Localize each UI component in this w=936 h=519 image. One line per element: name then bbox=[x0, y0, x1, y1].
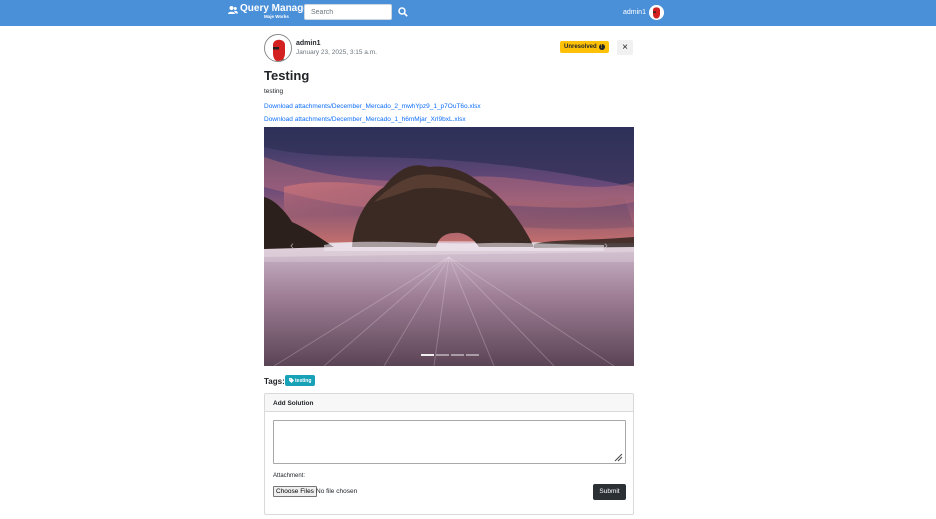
post-author: admin1 bbox=[296, 40, 321, 47]
exclamation-circle-icon: ! bbox=[598, 44, 605, 50]
carousel-indicators bbox=[421, 354, 479, 356]
choose-files-button[interactable]: Choose Files bbox=[273, 486, 317, 497]
user-menu[interactable]: admin1 bbox=[623, 5, 664, 20]
avatar bbox=[648, 5, 664, 20]
attachment-label: Attachment: bbox=[273, 473, 306, 479]
carousel-next-button[interactable]: › bbox=[599, 239, 613, 253]
carousel-indicator[interactable] bbox=[451, 354, 464, 356]
tag-badge[interactable]: testing bbox=[285, 375, 316, 386]
carousel-image bbox=[264, 127, 634, 366]
post-title: Testing bbox=[264, 68, 310, 83]
attachment-link-1[interactable]: Download attachments/December_Mercado_2_… bbox=[264, 103, 481, 110]
brand-subtitle: Maje Works bbox=[263, 14, 289, 19]
top-navbar: Query Manager Maje Works admin1 bbox=[0, 0, 936, 26]
add-solution-card: Add Solution Attachment: Choose Files No… bbox=[264, 393, 634, 515]
status-badge[interactable]: Unresolved ! bbox=[560, 41, 609, 53]
no-file-text: No file chosen bbox=[316, 488, 358, 495]
resize-handle-icon[interactable] bbox=[614, 453, 623, 462]
carousel-indicator[interactable] bbox=[421, 354, 434, 356]
carousel-prev-button[interactable]: ‹ bbox=[285, 239, 299, 253]
carousel-indicator[interactable] bbox=[436, 354, 449, 356]
solution-textarea[interactable] bbox=[273, 420, 626, 464]
image-carousel: ‹ › bbox=[264, 127, 634, 366]
brand[interactable]: Query Manager Maje Works bbox=[228, 3, 313, 20]
carousel-indicator[interactable] bbox=[466, 354, 479, 356]
post-date: January 23, 2025, 3:15 a.m. bbox=[296, 49, 377, 56]
users-icon bbox=[228, 6, 238, 14]
post-body: testing bbox=[264, 88, 284, 95]
search-icon[interactable] bbox=[398, 7, 408, 17]
tag-icon bbox=[289, 378, 294, 383]
tags-label: Tags: bbox=[264, 377, 285, 386]
nav-username: admin1 bbox=[623, 9, 646, 16]
search-input[interactable] bbox=[304, 4, 392, 20]
card-header: Add Solution bbox=[265, 394, 633, 412]
close-button[interactable]: × bbox=[617, 40, 633, 55]
status-label: Unresolved bbox=[564, 44, 597, 50]
author-avatar bbox=[264, 34, 292, 62]
brand-title: Query Manager bbox=[240, 3, 313, 14]
tag-label: testing bbox=[295, 377, 312, 384]
submit-button[interactable]: Submit bbox=[593, 484, 626, 500]
attachment-link-2[interactable]: Download attachments/December_Mercado_1_… bbox=[264, 116, 466, 123]
